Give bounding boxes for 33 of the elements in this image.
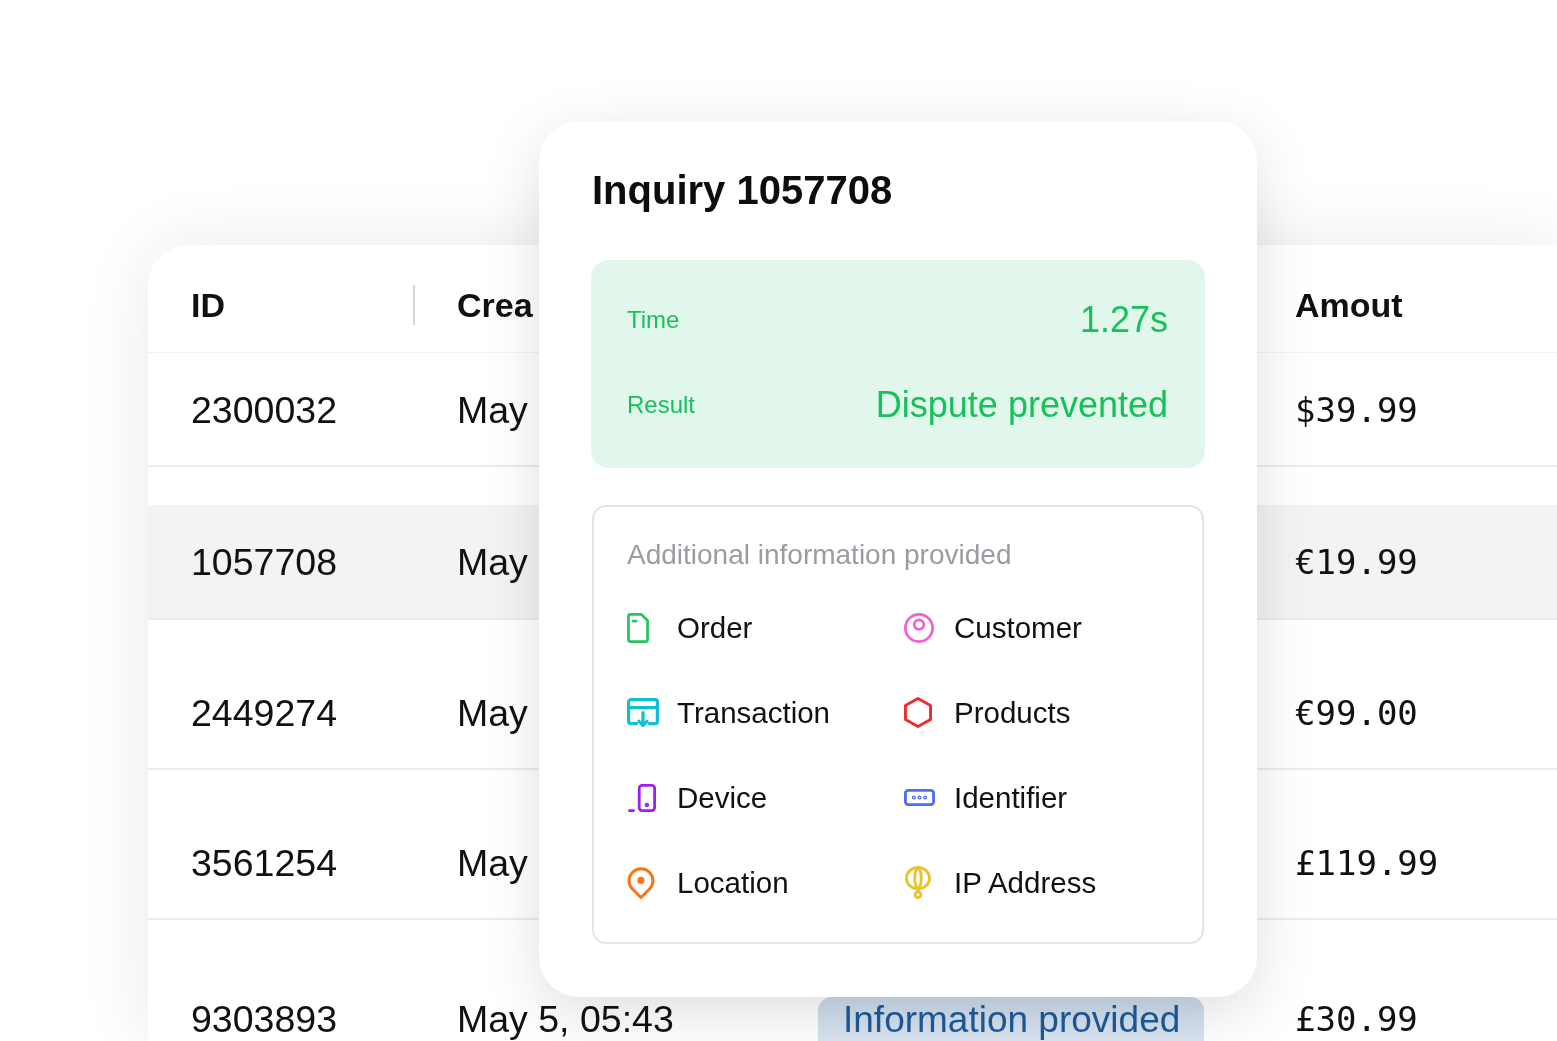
info-label: Location: [677, 864, 789, 901]
table-cell: 2449274: [191, 692, 337, 734]
info-heading: Additional information provided: [627, 540, 1012, 570]
inquiry-title: Inquiry 1057708: [592, 167, 893, 214]
table-cell: $39.99: [1295, 390, 1418, 430]
info-label: Identifier: [954, 779, 1068, 816]
table-cell: 2300032: [191, 389, 337, 431]
info-label: Products: [954, 694, 1071, 731]
table-cell: May: [457, 842, 528, 884]
table-cell: May: [457, 541, 528, 583]
summary-label: Time: [627, 305, 680, 335]
table-cell: May: [457, 389, 528, 431]
status-badge: Information provided: [818, 997, 1205, 1041]
info-label: Order: [677, 609, 753, 646]
summary-value: Dispute prevented: [875, 383, 1168, 427]
table-cell: £30.99: [1295, 999, 1418, 1039]
table-cell: May: [457, 692, 528, 734]
summary-label: Result: [627, 390, 696, 420]
info-label: Device: [677, 779, 768, 816]
info-label: Transaction: [677, 694, 831, 731]
table-cell: 3561254: [191, 842, 337, 884]
column-header: Crea: [457, 285, 533, 324]
table-cell: €19.99: [1295, 542, 1418, 582]
summary-value: 1.27s: [1079, 298, 1168, 342]
table-cell: €99.00: [1295, 693, 1418, 733]
info-label: Customer: [954, 609, 1082, 646]
column-header: Amout: [1295, 285, 1403, 324]
table-cell: 9303893: [191, 998, 337, 1040]
column-header: ID: [191, 285, 225, 324]
table-cell: May 5, 05:43: [457, 998, 674, 1040]
table-cell: £119.99: [1295, 843, 1439, 883]
info-label: IP Address: [954, 864, 1097, 901]
table-cell: 1057708: [191, 541, 337, 583]
